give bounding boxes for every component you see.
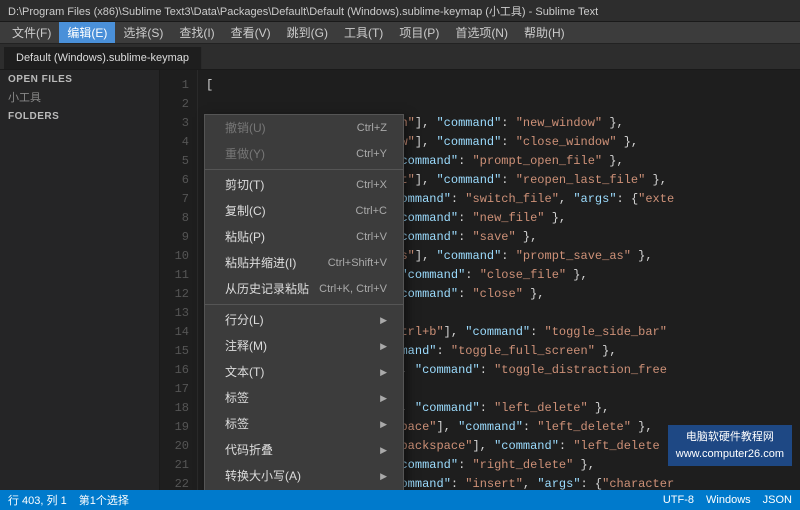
- menu-line[interactable]: 行分(L): [205, 307, 403, 333]
- menu-copy[interactable]: 复制(C) Ctrl+C: [205, 198, 403, 224]
- menu-paste-history[interactable]: 从历史记录粘贴 Ctrl+K, Ctrl+V: [205, 276, 403, 302]
- menu-paste-indent-label: 粘贴并缩进(I): [225, 253, 296, 273]
- tab-label: Default (Windows).sublime-keymap: [16, 52, 189, 64]
- menu-cut-shortcut: Ctrl+X: [356, 175, 387, 195]
- menu-code-fold[interactable]: 代码折叠: [205, 437, 403, 463]
- menu-redo[interactable]: 重做(Y) Ctrl+Y: [205, 141, 403, 167]
- menu-paste-shortcut: Ctrl+V: [356, 227, 387, 247]
- menu-cut[interactable]: 剪切(T) Ctrl+X: [205, 172, 403, 198]
- menu-tag-label: 标签: [225, 388, 249, 408]
- menu-redo-shortcut: Ctrl+Y: [356, 144, 387, 164]
- menu-paste-history-shortcut: Ctrl+K, Ctrl+V: [319, 279, 387, 299]
- menu-tag2[interactable]: 标签: [205, 411, 403, 437]
- menu-paste-indent[interactable]: 粘贴并缩进(I) Ctrl+Shift+V: [205, 250, 403, 276]
- menu-text[interactable]: 文本(T): [205, 359, 403, 385]
- menu-code-fold-label: 代码折叠: [225, 440, 273, 460]
- tab-keymap[interactable]: Default (Windows).sublime-keymap: [4, 47, 202, 69]
- menubar: 文件(F) 编辑(E) 选择(S) 查找(I) 查看(V) 跳到(G) 工具(T…: [0, 22, 800, 44]
- divider-2: [205, 304, 403, 305]
- statusbar-right: UTF-8 Windows JSON: [663, 494, 792, 506]
- statusbar-position: 行 403, 列 1: [8, 492, 67, 508]
- menu-paste[interactable]: 粘贴(P) Ctrl+V: [205, 224, 403, 250]
- edit-dropdown-menu: 撤销(U) Ctrl+Z 重做(Y) Ctrl+Y 剪切(T) Ctrl+X 复…: [204, 114, 404, 490]
- statusbar: 行 403, 列 1 第1个选择 UTF-8 Windows JSON: [0, 490, 800, 510]
- statusbar-selection: 第1个选择: [79, 492, 129, 508]
- line-numbers: 1 2 3 4 5 6 7 8 9 10 11 12 13 14 15 16 1…: [160, 70, 198, 490]
- titlebar-text: D:\Program Files (x86)\Sublime Text3\Dat…: [8, 3, 598, 19]
- menu-comment[interactable]: 注释(M): [205, 333, 403, 359]
- divider-1: [205, 169, 403, 170]
- code-area: 1 2 3 4 5 6 7 8 9 10 11 12 13 14 15 16 1…: [160, 70, 800, 490]
- menu-case[interactable]: 转换大小写(A): [205, 463, 403, 489]
- statusbar-encoding: UTF-8: [663, 494, 694, 506]
- menu-help[interactable]: 帮助(H): [516, 22, 573, 43]
- folders-section: FOLDERS: [0, 107, 159, 124]
- watermark: 电脑软硬件教程网 www.computer26.com: [668, 425, 792, 466]
- open-files-section: OPEN FILES: [0, 70, 159, 87]
- menu-text-label: 文本(T): [225, 362, 264, 382]
- menu-line-label: 行分(L): [225, 310, 264, 330]
- menu-undo[interactable]: 撤销(U) Ctrl+Z: [205, 115, 403, 141]
- menu-select[interactable]: 选择(S): [115, 22, 171, 43]
- menu-copy-shortcut: Ctrl+C: [356, 201, 387, 221]
- titlebar: D:\Program Files (x86)\Sublime Text3\Dat…: [0, 0, 800, 22]
- menu-goto[interactable]: 跳到(G): [279, 22, 336, 43]
- menu-cut-label: 剪切(T): [225, 175, 264, 195]
- menu-tag[interactable]: 标签: [205, 385, 403, 411]
- menu-undo-label: 撤销(U): [225, 118, 266, 138]
- menu-tools[interactable]: 工具(T): [336, 22, 391, 43]
- statusbar-left: 行 403, 列 1 第1个选择: [8, 492, 129, 508]
- menu-find[interactable]: 查找(I): [171, 22, 222, 43]
- menu-undo-shortcut: Ctrl+Z: [357, 118, 387, 138]
- main-layout: OPEN FILES 小工具 FOLDERS 1 2 3 4 5 6 7 8 9…: [0, 70, 800, 490]
- watermark-line2: www.computer26.com: [676, 446, 784, 463]
- menu-case-label: 转换大小写(A): [225, 466, 301, 486]
- sidebar-open-file[interactable]: 小工具: [0, 87, 159, 107]
- menu-paste-history-label: 从历史记录粘贴: [225, 279, 309, 299]
- menu-tag2-label: 标签: [225, 414, 249, 434]
- menu-prefs[interactable]: 首选项(N): [447, 22, 516, 43]
- menu-edit[interactable]: 编辑(E): [59, 22, 115, 43]
- sidebar: OPEN FILES 小工具 FOLDERS: [0, 70, 160, 490]
- menu-redo-label: 重做(Y): [225, 144, 265, 164]
- menu-paste-label: 粘贴(P): [225, 227, 265, 247]
- menu-project[interactable]: 项目(P): [391, 22, 447, 43]
- statusbar-syntax: JSON: [763, 494, 792, 506]
- watermark-line1: 电脑软硬件教程网: [676, 429, 784, 446]
- statusbar-eol: Windows: [706, 494, 751, 506]
- menu-comment-label: 注释(M): [225, 336, 267, 356]
- menu-copy-label: 复制(C): [225, 201, 266, 221]
- menu-view[interactable]: 查看(V): [223, 22, 279, 43]
- tabbar: Default (Windows).sublime-keymap: [0, 44, 800, 70]
- menu-paste-indent-shortcut: Ctrl+Shift+V: [328, 253, 387, 273]
- menu-file[interactable]: 文件(F): [4, 22, 59, 43]
